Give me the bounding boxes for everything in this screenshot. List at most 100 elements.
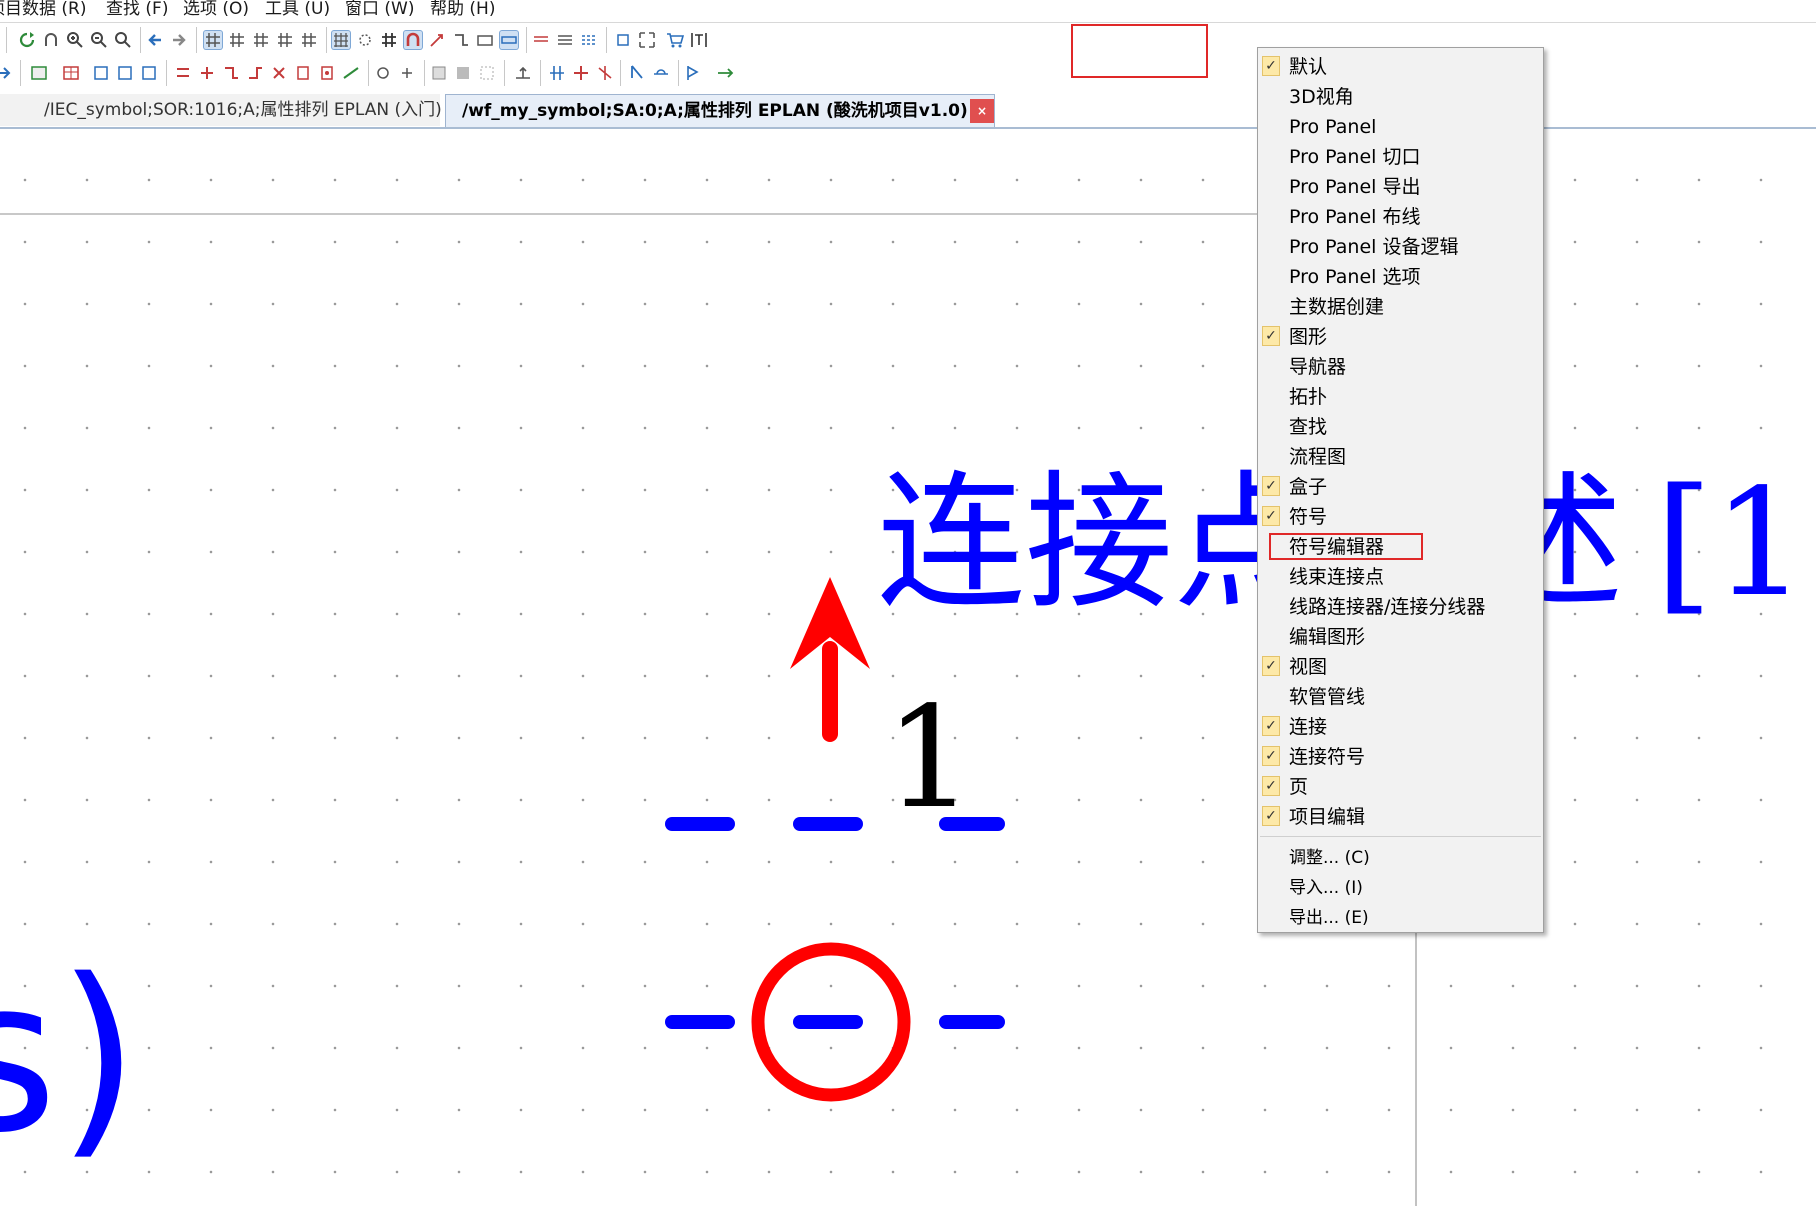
menu-item-label: Pro Panel 选项 (1289, 266, 1421, 288)
menu-item-toolbar[interactable]: ✓ 连接 (1258, 712, 1543, 742)
menu-item-toolbar[interactable]: 编辑图形 (1258, 622, 1543, 652)
connection-a-icon[interactable] (174, 64, 192, 82)
menu-options[interactable]: 选项 (O) (183, 0, 249, 19)
menu-project-data[interactable]: 项目数据 (R) (0, 0, 86, 19)
menu-item-toolbar[interactable]: ✓ 项目编辑 (1258, 802, 1543, 832)
bus-a-icon[interactable] (548, 64, 566, 82)
menu-item-toolbar[interactable]: ✓ 符号 (1258, 502, 1543, 532)
check-icon: ✓ (1262, 746, 1280, 766)
device-d-icon[interactable] (374, 64, 392, 82)
shape-c-icon[interactable] (478, 64, 496, 82)
line-style-c-icon[interactable] (580, 31, 598, 49)
menu-item-toolbar[interactable]: Pro Panel 切口 (1258, 142, 1543, 172)
menu-item-command[interactable]: 导入... (I) (1258, 873, 1543, 903)
shape-a-icon[interactable] (430, 64, 448, 82)
macro-icon[interactable] (30, 64, 48, 82)
table-icon[interactable] (62, 64, 80, 82)
text-display-icon[interactable] (500, 31, 518, 49)
grid-d-icon[interactable] (276, 31, 294, 49)
menu-item-toolbar[interactable]: 线束连接点 (1258, 562, 1543, 592)
connection-c-icon[interactable] (222, 64, 240, 82)
connection-d-icon[interactable] (246, 64, 264, 82)
menu-item-toolbar[interactable]: ✓ 盒子 (1258, 472, 1543, 502)
cart-icon[interactable] (666, 31, 684, 49)
grid-a-icon[interactable] (204, 31, 222, 49)
menu-item-toolbar[interactable]: 导航器 (1258, 352, 1543, 382)
magnet-icon[interactable] (404, 31, 422, 49)
device-e-icon[interactable] (398, 64, 416, 82)
line-style-a-icon[interactable] (532, 31, 550, 49)
device-a-icon[interactable] (92, 64, 110, 82)
menu-item-label: 线束连接点 (1289, 566, 1385, 588)
menu-item-toolbar[interactable]: 拓扑 (1258, 382, 1543, 412)
fit-icon[interactable] (638, 31, 656, 49)
grid-c-icon[interactable] (252, 31, 270, 49)
tab-wf-my-symbol[interactable]: /wf_my_symbol;SA:0;A;属性排列 EPLAN (酸洗机项目v1… (445, 94, 995, 127)
menu-item-label: 导出... (E) (1289, 908, 1369, 928)
shape-b-icon[interactable] (454, 64, 472, 82)
interrupt-icon[interactable] (716, 64, 734, 82)
menu-item-toolbar[interactable]: Pro Panel 布线 (1258, 202, 1543, 232)
terminal-icon[interactable] (294, 64, 312, 82)
flag-icon[interactable] (684, 64, 702, 82)
property-display-icon[interactable] (476, 31, 494, 49)
zoom-out-icon[interactable] (90, 31, 108, 49)
insert-icon[interactable] (0, 64, 12, 82)
menu-window[interactable]: 窗口 (W) (345, 0, 414, 19)
menu-item-label: 软管管线 (1289, 686, 1366, 708)
frame-icon[interactable] (614, 31, 632, 49)
bus-b-icon[interactable] (572, 64, 590, 82)
tab-iec-symbol[interactable]: /IEC_symbol;SOR:1016;A;属性排列 EPLAN (入门) (0, 94, 442, 126)
grid-e-icon[interactable] (300, 31, 318, 49)
connection-e-icon[interactable] (270, 64, 288, 82)
menu-item-toolbar[interactable]: 查找 (1258, 412, 1543, 442)
zoom-in-icon[interactable] (66, 31, 84, 49)
menu-help[interactable]: 帮助 (H) (430, 0, 495, 19)
menu-find[interactable]: 查找 (F) (106, 0, 168, 19)
menu-item-command[interactable]: 调整... (C) (1258, 843, 1543, 873)
menu-item-toolbar[interactable]: Pro Panel 导出 (1258, 172, 1543, 202)
grid-b-icon[interactable] (228, 31, 246, 49)
pointer-icon[interactable] (628, 64, 646, 82)
menu-item-toolbar[interactable]: 符号编辑器 (1258, 532, 1543, 562)
menu-item-command[interactable]: 导出... (E) (1258, 903, 1543, 933)
connection-b-icon[interactable] (198, 64, 216, 82)
snap-points-icon[interactable] (356, 31, 374, 49)
menu-item-toolbar[interactable]: ✓ 连接符号 (1258, 742, 1543, 772)
menu-item-toolbar[interactable]: 线路连接器/连接分线器 (1258, 592, 1543, 622)
hash-icon[interactable] (380, 31, 398, 49)
arrow-right-icon[interactable] (170, 31, 188, 49)
toolbar-separator (140, 27, 141, 53)
align-icon[interactable] (514, 64, 532, 82)
tab-label: /IEC_symbol;SOR:1016;A;属性排列 EPLAN (入门) (44, 100, 442, 120)
arrow-left-icon[interactable] (146, 31, 164, 49)
redraw-icon[interactable] (42, 31, 60, 49)
text-box-icon[interactable] (690, 31, 708, 49)
device-b-icon[interactable] (116, 64, 134, 82)
close-icon[interactable]: × (970, 99, 994, 123)
menu-item-toolbar[interactable]: 3D视角 (1258, 82, 1543, 112)
menu-item-toolbar[interactable]: Pro Panel 选项 (1258, 262, 1543, 292)
input-snap-icon[interactable] (428, 31, 446, 49)
menu-item-toolbar[interactable]: Pro Panel (1258, 112, 1543, 142)
menu-item-toolbar[interactable]: ✓ 默认 (1258, 52, 1543, 82)
toolbar-separator (166, 60, 167, 86)
menu-item-toolbar[interactable]: ✓ 图形 (1258, 322, 1543, 352)
potential-icon[interactable] (652, 64, 670, 82)
device-c-icon[interactable] (140, 64, 158, 82)
orthogonal-icon[interactable] (452, 31, 470, 49)
menu-tools[interactable]: 工具 (U) (265, 0, 330, 19)
menu-item-toolbar[interactable]: 软管管线 (1258, 682, 1543, 712)
menu-item-toolbar[interactable]: ✓ 页 (1258, 772, 1543, 802)
plug-icon[interactable] (318, 64, 336, 82)
bus-c-icon[interactable] (596, 64, 614, 82)
zoom-100-icon[interactable] (114, 31, 132, 49)
line-style-b-icon[interactable] (556, 31, 574, 49)
menu-item-toolbar[interactable]: 主数据创建 (1258, 292, 1543, 322)
menu-item-toolbar[interactable]: ✓ 视图 (1258, 652, 1543, 682)
cable-icon[interactable] (342, 64, 360, 82)
menu-item-toolbar[interactable]: Pro Panel 设备逻辑 (1258, 232, 1543, 262)
menu-item-toolbar[interactable]: 流程图 (1258, 442, 1543, 472)
refresh-icon[interactable] (18, 31, 36, 49)
grid-display-icon[interactable] (332, 31, 350, 49)
